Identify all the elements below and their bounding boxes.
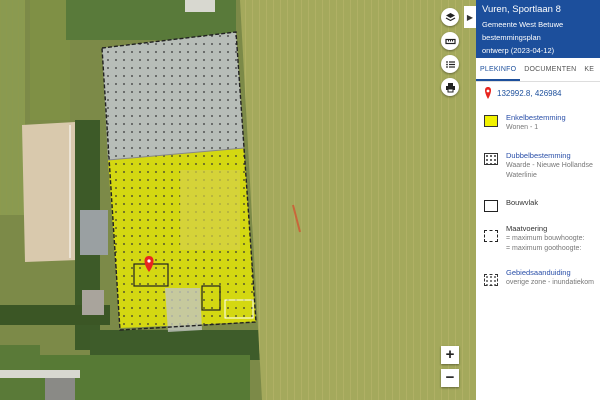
legend-item-maatvoering[interactable]: Maatvoering = maximum bouwhoogte: = maxi… [484,224,584,254]
legend-name: Enkelbestemming [506,113,566,122]
hatched-box-icon [484,274,498,286]
list-icon[interactable] [441,55,459,73]
layers-icon[interactable] [441,8,459,26]
tab-more[interactable]: KE [580,58,598,81]
coordinates-value: 132992.8, 426984 [497,88,562,98]
legend-name: Gebiedsaanduiding [506,268,571,277]
solid-box-icon [484,200,498,212]
map-canvas[interactable] [0,0,476,400]
zoom-out-button[interactable]: − [441,369,459,387]
ruler-icon[interactable] [441,32,459,50]
legend-desc: overige zone - inundatiekom [506,279,594,286]
location-title: Vuren, Sportlaan 8 [482,4,561,15]
tab-plekinfo[interactable]: PLEKINFO [476,58,521,81]
legend-item-dubbelbestemming[interactable]: Dubbelbestemming Waarde - Nieuwe Holland… [484,151,593,181]
dotted-box-icon [484,153,498,165]
info-panel: Vuren, Sportlaan 8 Gemeente West Betuwe … [476,0,600,400]
legend-item-enkelbestemming[interactable]: Enkelbestemming Wonen - 1 [484,113,566,133]
legend-desc: Wonen - 1 [506,124,539,131]
chevron-right-icon: ▶ [466,12,474,22]
panel-header: Vuren, Sportlaan 8 Gemeente West Betuwe … [476,0,600,58]
municipality-label[interactable]: Gemeente West Betuwe [482,18,594,31]
legend-desc: Waterlinie [506,172,537,179]
print-icon[interactable] [441,78,459,96]
legend-item-bouwvlak[interactable]: Bouwvlak [484,198,538,212]
legend-item-gebiedsaanduiding[interactable]: Gebiedsaanduiding overige zone - inundat… [484,268,594,288]
map-pin-icon [485,87,491,99]
legend-name: Maatvoering [506,224,548,233]
plan-type-label[interactable]: bestemmingsplan [482,31,594,44]
legend-name: Bouwvlak [506,198,539,207]
tab-documenten[interactable]: DOCUMENTEN [520,58,580,81]
legend-name: Dubbelbestemming [506,151,571,160]
legend-desc: Waarde - Nieuwe Hollandse [506,162,593,169]
panel-tabs: PLEKINFO DOCUMENTEN KE [476,58,600,82]
dashed-box-icon [484,230,498,242]
legend-desc: = maximum bouwhoogte: [506,235,585,242]
plan-status-label[interactable]: ontwerp (2023-04-12) [482,44,594,57]
coordinates-row: 132992.8, 426984 [484,87,562,99]
legend-desc: = maximum goothoogte: [506,245,582,252]
yellow-fill-icon [484,115,498,127]
panel-collapse-button[interactable]: ▶ [464,6,476,28]
zoom-in-button[interactable]: + [441,346,459,364]
